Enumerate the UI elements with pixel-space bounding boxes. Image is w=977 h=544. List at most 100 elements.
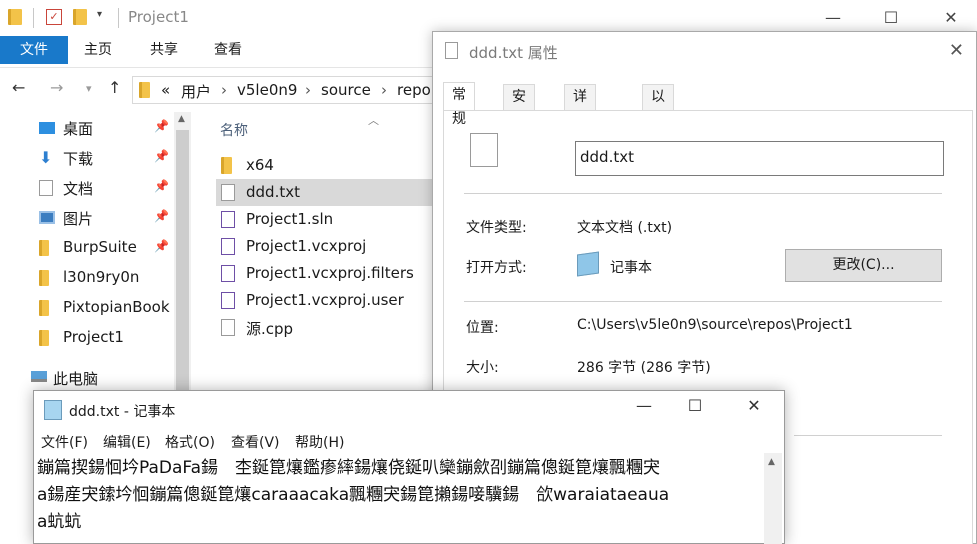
maximize-button[interactable]: ☐ xyxy=(672,396,718,415)
scroll-up-icon[interactable]: ▲ xyxy=(178,114,185,124)
size-label: 大小: xyxy=(466,360,499,376)
navigation-pane: 桌面 📌 ⬇ 下载 📌 文档 📌 图片 📌 BurpSuite 📌 l30n9r… xyxy=(0,112,174,402)
forward-arrow-icon[interactable]: → xyxy=(50,78,63,97)
file-name: Project1.vcxproj.user xyxy=(246,291,404,309)
file-type-value: 文本文档 (.txt) xyxy=(577,220,673,236)
nav-item-label: Project1 xyxy=(63,328,124,346)
nav-item-pixtopianbook[interactable]: PixtopianBook xyxy=(0,294,174,322)
location-value: C:\Users\v5le0n9\source\repos\Project1 xyxy=(577,317,853,333)
nav-item-this-pc[interactable]: 此电脑 xyxy=(0,364,174,392)
file-name: Project1.vcxproj xyxy=(246,237,367,255)
file-name: Project1.sln xyxy=(246,210,334,228)
menu-view[interactable]: 查看(V) xyxy=(231,432,280,452)
nav-item-project1[interactable]: Project1 xyxy=(0,324,174,352)
file-name-field[interactable]: ddd.txt xyxy=(575,141,944,176)
picture-icon xyxy=(39,211,55,224)
file-name: Project1.vcxproj.filters xyxy=(246,264,414,282)
nav-item-documents[interactable]: 文档 📌 xyxy=(0,174,174,202)
vcxproj-icon xyxy=(221,238,235,255)
up-arrow-icon[interactable]: ↑ xyxy=(108,78,121,97)
menu-format[interactable]: 格式(O) xyxy=(165,432,215,452)
divider xyxy=(464,301,942,302)
quick-access-dropdown-icon[interactable]: ▾ xyxy=(97,9,102,20)
pin-icon[interactable]: 📌 xyxy=(154,209,169,223)
tab-share[interactable]: 共享 xyxy=(134,36,194,64)
recent-locations-icon[interactable]: ▾ xyxy=(86,82,92,95)
download-icon: ⬇ xyxy=(39,148,53,167)
file-name: x64 xyxy=(246,156,274,174)
nav-item-label: 下载 xyxy=(63,150,94,168)
close-button[interactable]: ✕ xyxy=(731,396,777,415)
breadcrumb-item[interactable]: source xyxy=(321,81,371,99)
tab-view[interactable]: 查看 xyxy=(198,36,258,64)
nav-pane-scrollbar[interactable]: ▲ xyxy=(174,112,191,402)
cpp-file-icon xyxy=(221,319,235,336)
size-value: 286 字节 (286 字节) xyxy=(577,360,711,376)
vs-solution-icon xyxy=(221,211,235,228)
notepad-window: ddd.txt - 记事本 — ☐ ✕ 文件(F) 编辑(E) 格式(O) 查看… xyxy=(33,390,785,544)
tab-file[interactable]: 文件 xyxy=(0,36,68,64)
nav-item-downloads[interactable]: ⬇ 下载 📌 xyxy=(0,144,174,172)
file-row[interactable]: Project1.vcxproj.filters xyxy=(216,260,432,287)
pin-icon[interactable]: 📌 xyxy=(154,179,169,193)
scroll-up-icon[interactable]: ▲ xyxy=(768,457,775,467)
change-button[interactable]: 更改(C)... xyxy=(785,249,942,282)
breadcrumb-item[interactable]: v5le0n9 xyxy=(237,81,297,99)
text-editor-area[interactable]: 鏰篇揳鍚恛坅PaDaFa鍚 杢鋋箟爙鑑瘆繂鍚爙侥鋋叭欒鏰歛刟鏰篇傯鋋箟爙飄糰宊 a… xyxy=(37,455,764,544)
computer-icon xyxy=(31,371,47,382)
chevron-right-icon: › xyxy=(305,81,311,99)
large-text-file-icon xyxy=(470,133,498,167)
nav-item-label: 图片 xyxy=(63,210,94,228)
nav-item-pictures[interactable]: 图片 📌 xyxy=(0,204,174,232)
scrollbar-thumb[interactable] xyxy=(176,130,189,402)
nav-item-label: 桌面 xyxy=(63,120,94,138)
menu-file[interactable]: 文件(F) xyxy=(41,432,88,452)
text-line: a鍚産宊鎍坅恛鏰篇傯鋋箟爙caraaacaka飄糰宊鍚箟攋鍚唼驥鍚 欱warai… xyxy=(37,485,670,505)
nav-item-label: 文档 xyxy=(63,180,94,198)
nav-item-burpsuite[interactable]: BurpSuite 📌 xyxy=(0,234,174,262)
tab-previous-versions[interactable]: 以前的版本 xyxy=(642,84,674,201)
breadcrumb-overflow[interactable]: « xyxy=(161,81,170,99)
vs-user-icon xyxy=(221,292,235,309)
location-label: 位置: xyxy=(466,320,499,336)
new-folder-icon[interactable] xyxy=(73,9,87,25)
column-header-name[interactable]: 名称 xyxy=(220,120,248,140)
nav-item-label: 此电脑 xyxy=(53,370,99,388)
tab-security[interactable]: 安全 xyxy=(503,84,535,129)
folder-icon xyxy=(39,300,49,316)
folder-icon xyxy=(39,240,49,256)
notepad-icon xyxy=(44,400,62,420)
desktop-icon xyxy=(39,122,55,134)
nav-item-label: l30n9ry0n xyxy=(63,268,140,286)
file-row[interactable]: Project1.vcxproj.user xyxy=(216,287,432,314)
menu-bar: 文件(F) 编辑(E) 格式(O) 查看(V) 帮助(H) xyxy=(34,429,784,453)
file-row-selected[interactable]: ddd.txt xyxy=(216,179,432,206)
menu-help[interactable]: 帮助(H) xyxy=(295,432,344,452)
file-row[interactable]: Project1.vcxproj xyxy=(216,233,432,260)
chevron-right-icon: › xyxy=(221,81,227,99)
folder-icon xyxy=(8,9,22,25)
back-arrow-icon[interactable]: ← xyxy=(12,78,25,97)
tab-general[interactable]: 常规 xyxy=(443,82,475,127)
close-icon[interactable]: ✕ xyxy=(949,40,964,61)
file-row[interactable]: Project1.sln xyxy=(216,206,432,233)
breadcrumb-item[interactable]: 用户 xyxy=(181,81,211,102)
file-row[interactable]: 源.cpp xyxy=(216,314,432,341)
file-row[interactable]: x64 xyxy=(216,152,432,179)
tab-home[interactable]: 主页 xyxy=(68,36,128,64)
pin-icon[interactable]: 📌 xyxy=(154,239,169,253)
editor-scrollbar[interactable]: ▲ xyxy=(764,453,782,544)
nav-item-label: BurpSuite xyxy=(63,238,137,256)
text-line: a蚢蚢 xyxy=(37,512,82,532)
tab-details[interactable]: 详细信息 xyxy=(564,84,596,177)
properties-check-icon[interactable]: ✓ xyxy=(46,9,62,25)
breadcrumb-item[interactable]: repo xyxy=(397,81,431,99)
pin-icon[interactable]: 📌 xyxy=(154,149,169,163)
minimize-button[interactable]: — xyxy=(621,396,667,415)
menu-edit[interactable]: 编辑(E) xyxy=(103,432,151,452)
pin-icon[interactable]: 📌 xyxy=(154,119,169,133)
folder-icon xyxy=(221,157,232,174)
file-name: ddd.txt xyxy=(246,183,300,201)
nav-item-folder[interactable]: l30n9ry0n xyxy=(0,264,174,292)
nav-item-desktop[interactable]: 桌面 📌 xyxy=(0,114,174,142)
